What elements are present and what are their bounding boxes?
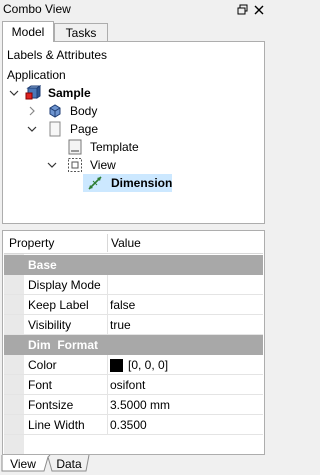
dimension-icon xyxy=(88,176,102,190)
property-header: Property Value xyxy=(4,232,263,254)
prop-value[interactable]: 3.5000 mm xyxy=(110,398,170,412)
tab-view-label: View xyxy=(10,456,36,471)
prop-value[interactable]: false xyxy=(110,298,135,312)
prop-value[interactable]: true xyxy=(110,318,131,332)
prop-name: Keep Label xyxy=(28,298,89,312)
prop-value[interactable]: [0, 0, 0] xyxy=(128,358,168,372)
tree-root: Application xyxy=(7,66,66,84)
tab-tasks-label: Tasks xyxy=(65,25,97,40)
prop-value[interactable]: 0.3500 xyxy=(110,418,147,432)
close-icon[interactable] xyxy=(252,3,265,16)
view-icon xyxy=(68,158,82,172)
chevron-right-icon[interactable] xyxy=(27,106,37,116)
chevron-down-icon[interactable] xyxy=(9,88,19,98)
prop-name: Color xyxy=(28,358,57,372)
col-value-header[interactable]: Value xyxy=(111,236,141,250)
tree-root-label: Application xyxy=(7,68,66,82)
column-divider[interactable] xyxy=(107,234,108,252)
tree-item-template[interactable]: Template xyxy=(7,138,207,156)
tree-item-sample[interactable]: Sample xyxy=(7,84,207,102)
chevron-down-icon[interactable] xyxy=(27,124,37,134)
tree-item-label: Sample xyxy=(48,86,91,100)
tab-tasks[interactable]: Tasks xyxy=(54,23,108,41)
prop-name: Display Mode xyxy=(28,278,101,292)
tree-header: Labels & Attributes xyxy=(7,46,107,64)
tab-model-label: Model xyxy=(11,25,45,39)
tree-item-label: Page xyxy=(70,122,99,136)
prop-row-visibility[interactable]: Visibility true xyxy=(4,315,263,335)
prop-value[interactable]: osifont xyxy=(110,378,145,392)
combo-view-titlebar: Combo View xyxy=(0,0,269,20)
prop-row-font[interactable]: Font osifont xyxy=(4,375,263,395)
prop-row-color[interactable]: Color [0, 0, 0] xyxy=(4,355,263,375)
row-divider xyxy=(107,375,108,395)
page-icon xyxy=(49,121,61,137)
prop-row-fontsize[interactable]: Fontsize 3.5000 mm xyxy=(4,395,263,415)
prop-name: Visibility xyxy=(28,318,72,332)
tree-item-dimension[interactable]: Dimension xyxy=(7,174,207,192)
tab-data-label: Data xyxy=(56,456,82,471)
tab-model[interactable]: Model xyxy=(2,21,54,42)
prop-name: Fontsize xyxy=(28,398,74,412)
bottom-tab-bar: View Data xyxy=(0,455,269,475)
row-divider xyxy=(107,295,108,315)
row-divider xyxy=(107,415,108,435)
body-icon xyxy=(49,104,61,118)
tree-item-label: Dimension xyxy=(111,176,173,190)
tab-data[interactable]: Data xyxy=(52,455,86,472)
tree-item-page[interactable]: Page xyxy=(7,120,207,138)
template-icon xyxy=(68,139,82,155)
restore-icon[interactable] xyxy=(236,3,249,16)
row-divider xyxy=(107,275,108,295)
prop-name: Line Width xyxy=(28,418,85,432)
document-icon xyxy=(25,85,41,100)
window-title: Combo View xyxy=(3,2,71,16)
color-swatch[interactable] xyxy=(110,359,123,372)
tab-view[interactable]: View xyxy=(4,455,42,472)
group-dim-format[interactable]: Dim Format xyxy=(4,335,263,355)
col-property-header[interactable]: Property xyxy=(9,236,54,250)
tree-item-label: Body xyxy=(70,104,98,118)
row-divider xyxy=(107,355,108,375)
tree-header-label: Labels & Attributes xyxy=(7,48,108,62)
property-editor[interactable]: Property Value Base Display Mode Keep La… xyxy=(2,230,265,455)
model-tree[interactable]: Labels & Attributes Application Sample B… xyxy=(2,41,265,224)
prop-row-keep-label[interactable]: Keep Label false xyxy=(4,295,263,315)
row-divider xyxy=(107,315,108,335)
prop-row-display-mode[interactable]: Display Mode xyxy=(4,275,263,295)
tree-item-label: View xyxy=(90,158,116,172)
tree-item-view[interactable]: View xyxy=(7,156,207,174)
group-base[interactable]: Base xyxy=(4,255,263,275)
tree-item-label: Template xyxy=(90,140,139,154)
top-tab-bar: Model Tasks xyxy=(0,21,269,42)
prop-row-line-width[interactable]: Line Width 0.3500 xyxy=(4,415,263,435)
tree-item-body[interactable]: Body xyxy=(7,102,207,120)
chevron-down-icon[interactable] xyxy=(47,160,57,170)
prop-name: Font xyxy=(28,378,53,392)
row-divider xyxy=(107,395,108,415)
